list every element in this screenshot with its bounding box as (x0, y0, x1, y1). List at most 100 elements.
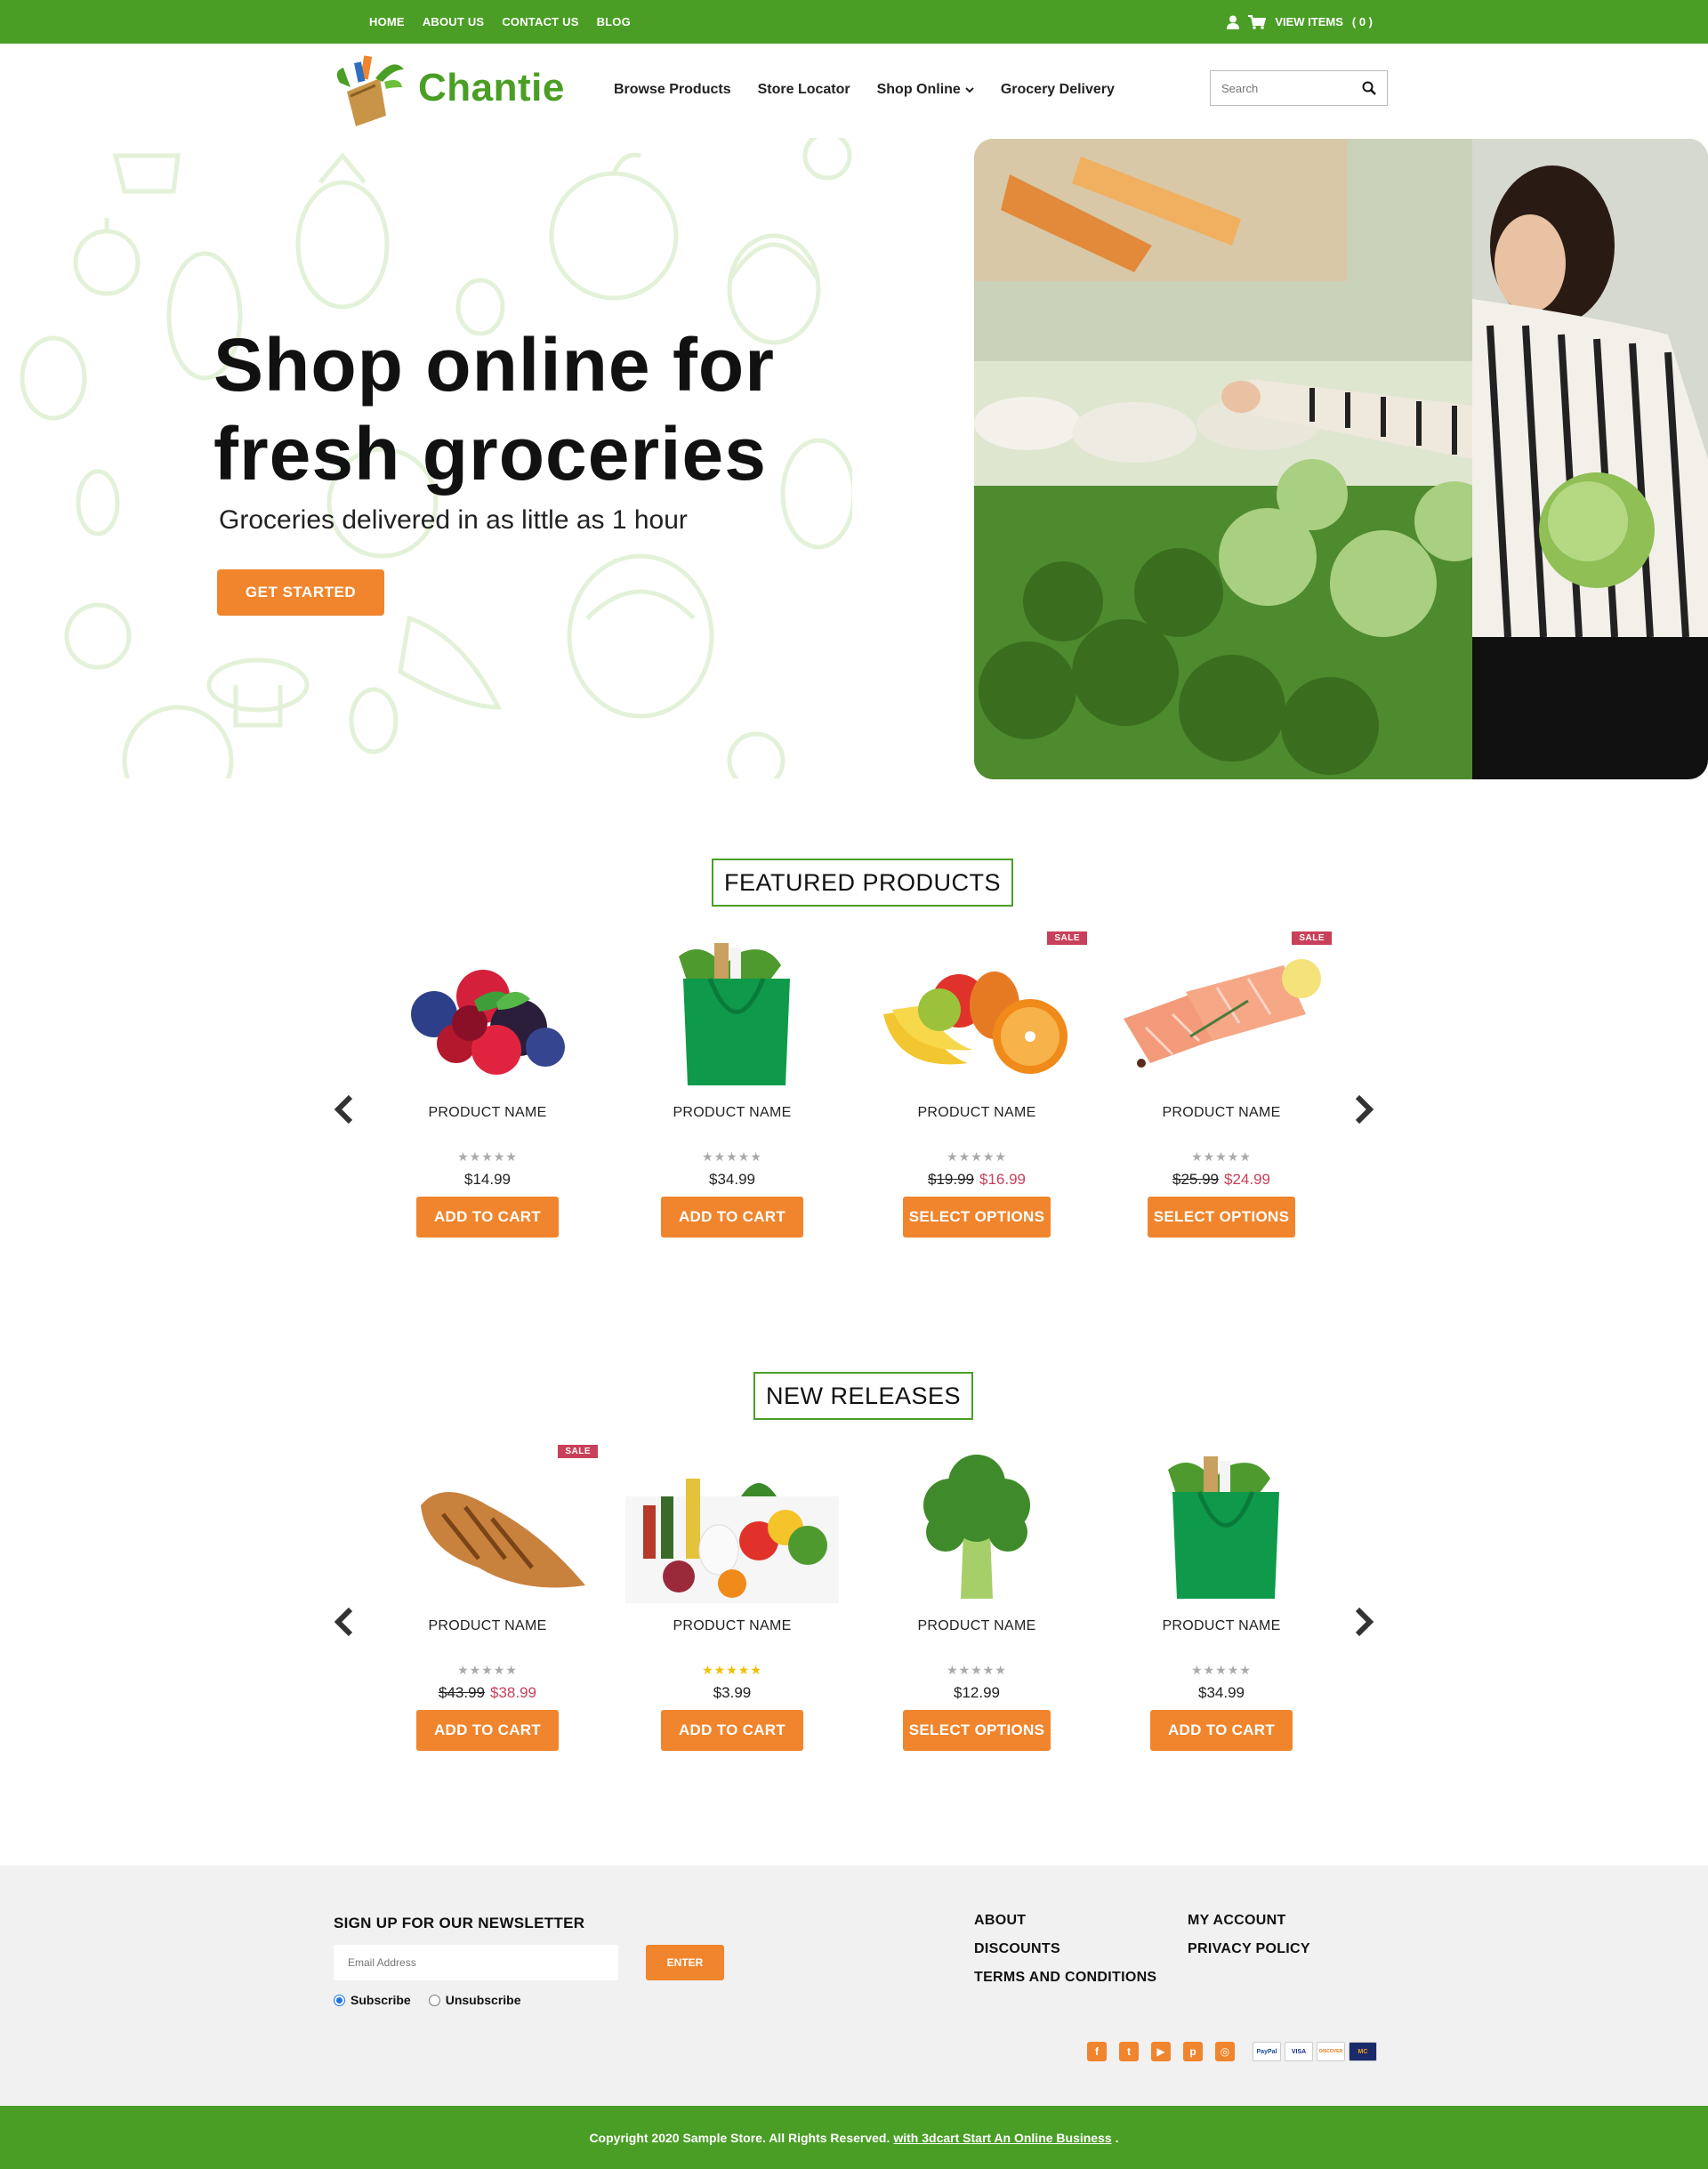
subscribe-option[interactable]: Subscribe (334, 1993, 411, 2007)
product-image-assorted-groceries[interactable] (616, 1443, 848, 1603)
footer-links-col-1: ABOUT DISCOUNTS TERMS AND CONDITIONS (974, 1913, 1156, 1986)
product-name[interactable]: PRODUCT NAME (616, 1618, 848, 1634)
product-image-grilled-chicken[interactable] (372, 1443, 603, 1603)
product-price: $14.99 (372, 1171, 603, 1189)
select-options-button[interactable]: SELECT OPTIONS (903, 1710, 1051, 1751)
social-links: f t ▶ p ◎ (1087, 2042, 1235, 2061)
nav-grocery-delivery[interactable]: Grocery Delivery (1001, 82, 1115, 98)
price-value: $34.99 (709, 1171, 755, 1188)
user-icon[interactable] (1227, 15, 1240, 29)
main-nav: Browse Products Store Locator Shop Onlin… (614, 82, 1115, 98)
email-field[interactable] (334, 1945, 618, 1980)
cart-icon[interactable] (1248, 14, 1267, 29)
discover-icon: DISCOVER (1317, 2042, 1345, 2061)
search-icon[interactable] (1362, 81, 1376, 100)
copyright-end: . (1115, 2130, 1119, 2145)
facebook-icon[interactable]: f (1087, 2042, 1107, 2061)
product-name[interactable]: PRODUCT NAME (616, 1105, 848, 1121)
product-price: $12.99 (861, 1684, 1092, 1702)
product-image-fruit[interactable] (861, 930, 1092, 1090)
top-links: HOME ABOUT US CONTACT US BLOG (369, 0, 631, 44)
rating-stars: ★★★★★ (1191, 1149, 1252, 1164)
footer-link-terms[interactable]: TERMS AND CONDITIONS (974, 1970, 1156, 1986)
enter-button[interactable]: ENTER (646, 1945, 724, 1980)
view-items-link[interactable]: VIEW ITEMS (1275, 15, 1343, 28)
sale-price: $16.99 (979, 1171, 1026, 1188)
payment-methods: PayPal VISA DISCOVER MC (1253, 2042, 1377, 2061)
hero-title-line-2: fresh groceries (214, 412, 767, 496)
sale-badge: SALE (558, 1445, 598, 1458)
featured-prev-arrow-icon[interactable] (327, 1092, 363, 1127)
search-input[interactable] (1211, 71, 1344, 105)
logo[interactable]: Chantie (331, 52, 567, 133)
nav-shop-online[interactable]: Shop Online (877, 82, 974, 98)
product-image-grocery-bag[interactable] (616, 930, 848, 1090)
rating-stars: ★★★★★ (702, 1149, 762, 1164)
top-link-blog[interactable]: BLOG (597, 15, 631, 28)
add-to-cart-button[interactable]: ADD TO CART (661, 1710, 803, 1751)
footer-link-privacy-policy[interactable]: PRIVACY POLICY (1188, 1941, 1310, 1957)
product-card: PRODUCT NAME ★★★★★ $34.99 ADD TO CART (616, 930, 848, 1259)
newsletter-title: SIGN UP FOR OUR NEWSLETTER (334, 1915, 585, 1931)
product-image-berries[interactable] (372, 930, 603, 1090)
product-name[interactable]: PRODUCT NAME (861, 1105, 1092, 1121)
featured-next-arrow-icon[interactable] (1345, 1092, 1381, 1127)
product-image-salmon[interactable] (1106, 930, 1337, 1090)
copyright-bar: Copyright 2020 Sample Store. All Rights … (0, 2106, 1708, 2169)
instagram-icon[interactable]: ◎ (1215, 2042, 1235, 2061)
top-link-contact-us[interactable]: CONTACT US (502, 15, 578, 28)
logo-bag-icon (336, 55, 404, 126)
old-price: $19.99 (928, 1171, 974, 1188)
product-name[interactable]: PRODUCT NAME (372, 1618, 603, 1634)
product-name[interactable]: PRODUCT NAME (1106, 1618, 1337, 1634)
paypal-icon: PayPal (1253, 2042, 1281, 2061)
copyright-link[interactable]: with 3dcart Start An Online Business (893, 2131, 1111, 2145)
product-card: SALE PRODUCT NAME ★★★★★ $43.99 $38.99 ADD… (372, 1443, 603, 1772)
nav-store-locator[interactable]: Store Locator (758, 82, 850, 98)
select-options-button[interactable]: SELECT OPTIONS (903, 1197, 1051, 1238)
add-to-cart-button[interactable]: ADD TO CART (1150, 1710, 1293, 1751)
footer-link-my-account[interactable]: MY ACCOUNT (1188, 1913, 1310, 1929)
product-image-grocery-bag[interactable] (1106, 1443, 1337, 1603)
new-releases-title: NEW RELEASES (753, 1372, 974, 1420)
footer-link-about[interactable]: ABOUT (974, 1913, 1156, 1929)
twitter-icon[interactable]: t (1119, 2042, 1139, 2061)
logo-text: Chantie (418, 66, 565, 109)
product-price: $43.99 $38.99 (372, 1684, 603, 1702)
new-releases-next-arrow-icon[interactable] (1345, 1604, 1381, 1640)
rating-stars: ★★★★★ (702, 1663, 762, 1677)
sale-badge: SALE (1292, 931, 1332, 945)
unsubscribe-radio[interactable] (428, 1994, 440, 2006)
product-name[interactable]: PRODUCT NAME (861, 1618, 1092, 1634)
price-value: $14.99 (464, 1171, 511, 1188)
price-value: $34.99 (1198, 1684, 1245, 1701)
youtube-icon[interactable]: ▶ (1151, 2042, 1171, 2061)
select-options-button[interactable]: SELECT OPTIONS (1148, 1197, 1295, 1238)
get-started-button[interactable]: GET STARTED (217, 569, 384, 616)
product-image-broccoli[interactable] (861, 1443, 1092, 1603)
pinterest-icon[interactable]: p (1183, 2042, 1203, 2061)
add-to-cart-button[interactable]: ADD TO CART (661, 1197, 803, 1238)
subscribe-radio[interactable] (334, 1994, 345, 2006)
subscribe-label: Subscribe (350, 1993, 411, 2007)
product-price: $3.99 (616, 1684, 848, 1702)
cart-count[interactable]: ( 0 ) (1352, 15, 1373, 28)
unsubscribe-option[interactable]: Unsubscribe (428, 1993, 521, 2007)
chevron-down-icon (965, 82, 974, 98)
footer-link-discounts[interactable]: DISCOUNTS (974, 1941, 1156, 1957)
top-link-home[interactable]: HOME (369, 15, 405, 28)
product-name[interactable]: PRODUCT NAME (1106, 1105, 1337, 1121)
rating-stars: ★★★★★ (457, 1149, 518, 1164)
price-value: $12.99 (954, 1684, 1000, 1701)
add-to-cart-button[interactable]: ADD TO CART (416, 1197, 559, 1238)
product-name[interactable]: PRODUCT NAME (372, 1105, 603, 1121)
featured-products-title: FEATURED PRODUCTS (712, 859, 1014, 907)
new-releases-prev-arrow-icon[interactable] (327, 1604, 363, 1640)
product-price: $25.99 $24.99 (1106, 1171, 1337, 1189)
add-to-cart-button[interactable]: ADD TO CART (416, 1710, 559, 1751)
rating-stars: ★★★★★ (947, 1663, 1007, 1677)
nav-browse-products[interactable]: Browse Products (614, 82, 731, 98)
top-link-about-us[interactable]: ABOUT US (423, 15, 485, 28)
old-price: $25.99 (1172, 1171, 1219, 1188)
sale-price: $38.99 (490, 1684, 536, 1701)
